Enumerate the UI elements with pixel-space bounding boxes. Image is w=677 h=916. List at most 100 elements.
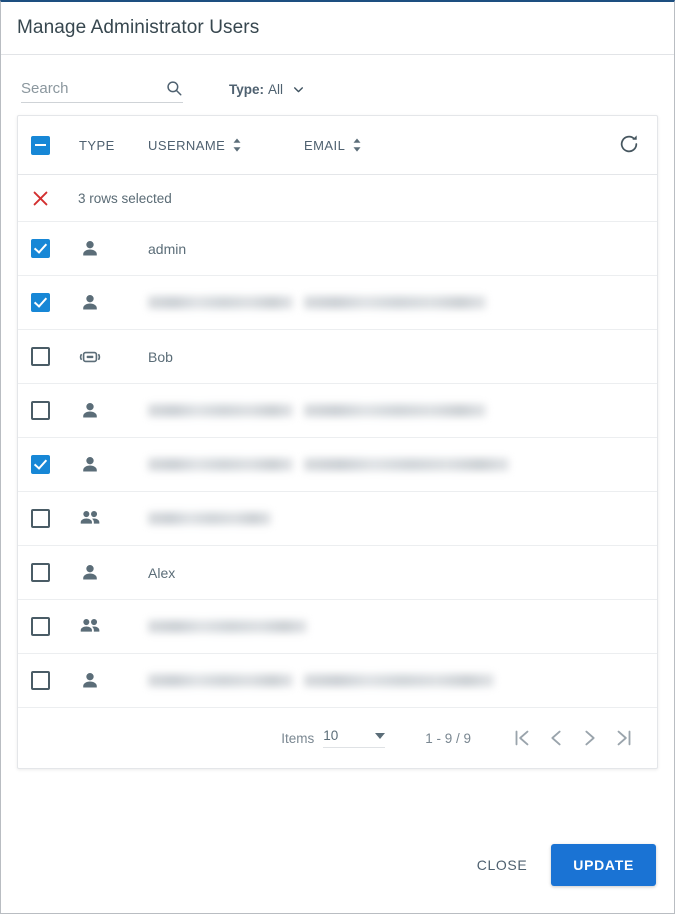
row-select-cell [18,293,64,312]
column-header-username[interactable]: USERNAME [148,138,304,153]
first-page-icon[interactable] [505,721,539,755]
last-page-icon[interactable] [607,721,641,755]
redacted-username [148,296,293,309]
row-select-cell [18,347,64,366]
row-username-cell: Alex [148,564,176,581]
row-username-cell: admin [148,240,187,257]
device-icon [79,346,101,368]
row-username-cell [148,296,304,309]
table-row[interactable] [18,438,657,492]
redacted-email [304,674,494,687]
row-type-cell [64,508,148,530]
redacted-email [304,404,486,417]
user-icon [79,238,101,260]
page-title: Manage Administrator Users [17,17,260,38]
next-page-icon[interactable] [573,721,607,755]
type-filter-label: Type: [229,82,265,97]
column-header-email-label: EMAIL [304,137,346,153]
selection-banner: 3 rows selected [18,175,657,222]
table-body: admin Bob Alex [18,222,657,708]
redacted-username [148,674,293,687]
user-icon [79,292,101,314]
table-row[interactable] [18,600,657,654]
row-checkbox[interactable] [31,455,50,474]
row-type-cell [64,616,148,638]
row-checkbox[interactable] [31,617,50,636]
table-row[interactable]: Bob [18,330,657,384]
table-actions-cell [601,133,657,158]
row-type-cell [64,346,148,368]
items-per-page-select[interactable]: 10 [323,728,386,748]
type-filter-value: All [268,82,284,97]
table-header-row: TYPE USERNAME EMAIL [18,116,657,175]
close-x-icon[interactable] [31,189,50,208]
sort-toggle-icon[interactable] [232,138,242,152]
prev-page-icon[interactable] [539,721,573,755]
row-select-cell [18,239,64,258]
redacted-username [148,458,293,471]
toolbar: Type: All [17,55,658,103]
select-all-cell [18,135,64,155]
chevron-down-icon [292,83,305,96]
row-type-cell [64,670,148,692]
row-select-cell [18,563,64,582]
row-select-cell [18,509,64,528]
update-button[interactable]: UPDATE [551,844,656,886]
select-all-checkbox[interactable] [31,135,50,155]
row-email-cell [304,458,601,471]
row-username-cell [148,512,304,525]
user-icon [79,670,101,692]
dialog-body: Type: All TYPE USERNAME [1,55,674,817]
table-row[interactable] [18,654,657,708]
row-checkbox[interactable] [31,509,50,528]
row-checkbox[interactable] [31,293,50,312]
row-checkbox[interactable] [31,401,50,420]
refresh-icon[interactable] [618,133,640,158]
row-username-cell [148,404,304,417]
row-type-cell [64,238,148,260]
redacted-email [304,296,486,309]
pagination-range: 1 - 9 / 9 [425,730,471,746]
user-icon [79,454,101,476]
row-checkbox[interactable] [31,347,50,366]
row-type-cell [64,292,148,314]
row-type-cell [64,400,148,422]
table-row[interactable] [18,384,657,438]
redacted-email [304,458,509,471]
close-button[interactable]: CLOSE [459,847,545,883]
row-checkbox[interactable] [31,671,50,690]
row-type-cell [64,454,148,476]
pagination-bar: Items 10 1 - 9 / 9 [18,708,657,768]
type-filter-dropdown[interactable]: Type: All [229,82,305,103]
group-icon [79,616,101,638]
row-type-cell [64,562,148,584]
table-row[interactable] [18,492,657,546]
items-per-page-label: Items [281,730,315,746]
group-icon [79,508,101,530]
row-checkbox[interactable] [31,563,50,582]
search-icon[interactable] [165,79,183,97]
search-input[interactable] [21,80,141,97]
column-header-email[interactable]: EMAIL [304,138,601,153]
clear-selection-cell [18,189,64,208]
items-per-page-value: 10 [323,728,339,743]
table-row[interactable] [18,276,657,330]
dialog-header: Manage Administrator Users [1,2,674,55]
row-checkbox[interactable] [31,239,50,258]
column-header-username-label: USERNAME [148,137,226,153]
redacted-username [148,512,271,525]
row-username-cell [148,620,307,633]
redacted-username [148,404,293,417]
user-icon [79,400,101,422]
table-row[interactable]: Alex [18,546,657,600]
row-username-cell: Bob [148,348,173,365]
redacted-username [148,620,307,633]
table-row[interactable]: admin [18,222,657,276]
manage-admin-users-dialog: Manage Administrator Users Type: All [0,0,675,914]
caret-down-icon [375,732,386,739]
search-field[interactable] [21,80,183,103]
selection-count-label: 3 rows selected [78,190,172,206]
row-username-cell [148,674,304,687]
column-header-type[interactable]: TYPE [64,138,148,153]
sort-toggle-icon[interactable] [352,138,362,152]
